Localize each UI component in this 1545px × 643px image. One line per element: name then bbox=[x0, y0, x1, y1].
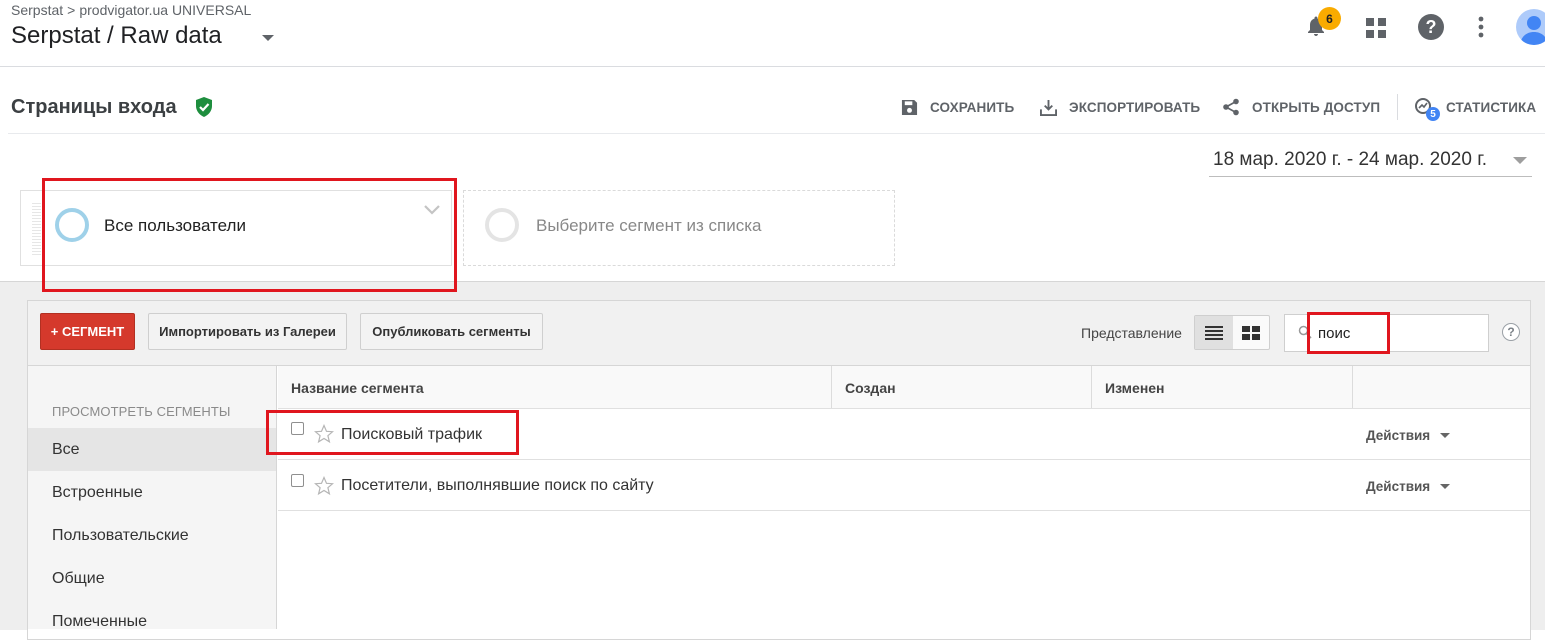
segment-circle-icon bbox=[55, 208, 89, 242]
date-range-picker[interactable]: 18 мар. 2020 г. - 24 мар. 2020 г. bbox=[1209, 149, 1532, 177]
save-button[interactable]: СОХРАНИТЬ bbox=[901, 96, 1014, 118]
sidebar-heading: ПРОСМОТРЕТЬ СЕГМЕНТЫ bbox=[52, 404, 231, 419]
segment-search-input[interactable] bbox=[1318, 318, 1478, 348]
grid-view-icon[interactable] bbox=[1233, 316, 1269, 349]
column-divider bbox=[831, 366, 832, 408]
caret-down-icon[interactable] bbox=[1513, 157, 1527, 164]
empty-segment-slot[interactable]: Выберите сегмент из списка bbox=[463, 190, 895, 266]
segment-name[interactable]: Поисковый трафик bbox=[341, 426, 482, 444]
breadcrumb-separator: > bbox=[67, 2, 76, 18]
share-button-label: ОТКРЫТЬ ДОСТУП bbox=[1252, 99, 1381, 115]
row-actions-menu[interactable]: Действия bbox=[1366, 428, 1451, 443]
help-circle-icon[interactable]: ? bbox=[1416, 12, 1446, 42]
publish-segments-button[interactable]: Опубликовать сегменты bbox=[360, 313, 543, 350]
star-icon[interactable] bbox=[314, 476, 334, 496]
active-segment-card[interactable]: Все пользователи bbox=[20, 190, 452, 266]
breadcrumb[interactable]: Serpstat > prodvigator.ua UNIVERSAL bbox=[11, 2, 251, 18]
download-icon bbox=[1040, 99, 1057, 116]
help-icon[interactable]: ? bbox=[1502, 323, 1520, 341]
view-selector-title[interactable]: Serpstat / Raw data bbox=[11, 22, 222, 50]
new-segment-button[interactable]: + СЕГМЕНТ bbox=[40, 313, 135, 350]
active-segment-label: Все пользователи bbox=[104, 216, 246, 235]
row-checkbox[interactable] bbox=[291, 422, 304, 435]
breadcrumb-account[interactable]: Serpstat bbox=[11, 2, 63, 18]
chevron-down-icon[interactable] bbox=[423, 203, 441, 221]
export-button-label: ЭКСПОРТИРОВАТЬ bbox=[1069, 99, 1201, 115]
import-from-gallery-button[interactable]: Импортировать из Галереи bbox=[148, 313, 347, 350]
save-button-label: СОХРАНИТЬ bbox=[930, 99, 1015, 115]
row-actions-label: Действия bbox=[1366, 479, 1431, 494]
sidebar-item-all[interactable]: Все bbox=[28, 428, 276, 471]
star-icon[interactable] bbox=[314, 424, 334, 444]
more-vert-icon[interactable] bbox=[1466, 12, 1496, 42]
share-icon bbox=[1223, 98, 1239, 116]
actions-divider bbox=[1397, 94, 1398, 120]
column-header-created[interactable]: Создан bbox=[845, 380, 896, 396]
list-view-icon[interactable] bbox=[1195, 316, 1233, 349]
row-actions-menu[interactable]: Действия bbox=[1366, 479, 1451, 494]
avatar[interactable] bbox=[1516, 9, 1545, 45]
share-button[interactable]: ОТКРЫТЬ ДОСТУП bbox=[1222, 96, 1380, 118]
caret-down-icon bbox=[1440, 433, 1451, 438]
sidebar-item-custom[interactable]: Пользовательские bbox=[28, 514, 276, 557]
column-header-segment-name[interactable]: Название сегмента bbox=[291, 380, 424, 396]
caret-down-icon bbox=[1440, 484, 1451, 489]
insights-count-badge: 5 bbox=[1426, 107, 1440, 121]
save-icon bbox=[901, 99, 918, 115]
insights-button-label: СТАТИСТИКА bbox=[1446, 99, 1537, 115]
segment-drag-handle[interactable] bbox=[32, 203, 41, 255]
segment-name[interactable]: Посетители, выполнявшие поиск по сайту bbox=[341, 477, 654, 495]
verified-shield-icon bbox=[194, 96, 214, 118]
notification-count-badge: 6 bbox=[1318, 7, 1341, 30]
search-icon bbox=[1298, 325, 1312, 339]
sidebar-item-built-in[interactable]: Встроенные bbox=[28, 471, 276, 514]
caret-down-icon[interactable] bbox=[262, 35, 274, 41]
column-header-modified[interactable]: Изменен bbox=[1105, 380, 1165, 396]
export-button[interactable]: ЭКСПОРТИРОВАТЬ bbox=[1040, 96, 1200, 118]
apps-grid-icon[interactable] bbox=[1361, 13, 1391, 43]
svg-text:?: ? bbox=[1426, 17, 1437, 37]
column-divider bbox=[1091, 366, 1092, 408]
sidebar-item-shared[interactable]: Общие bbox=[28, 557, 276, 600]
column-divider bbox=[1352, 366, 1353, 408]
sidebar-item-starred[interactable]: Помеченные bbox=[28, 600, 276, 643]
breadcrumb-property[interactable]: prodvigator.ua UNIVERSAL bbox=[79, 2, 251, 18]
view-mode-label: Представление bbox=[1081, 325, 1182, 341]
segment-circle-icon bbox=[485, 208, 519, 242]
page-title: Страницы входа bbox=[11, 96, 177, 118]
header-divider bbox=[8, 133, 1545, 134]
segment-table-header bbox=[278, 366, 1530, 409]
row-checkbox[interactable] bbox=[291, 474, 304, 487]
row-actions-label: Действия bbox=[1366, 428, 1431, 443]
empty-segment-placeholder: Выберите сегмент из списка bbox=[536, 216, 762, 235]
